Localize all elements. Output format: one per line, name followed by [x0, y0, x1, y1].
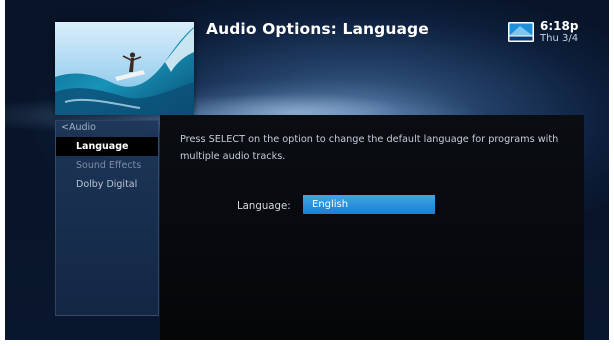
- sidebar-item-sound-effects[interactable]: Sound Effects: [56, 156, 158, 175]
- sidebar-item-language[interactable]: Language: [56, 137, 158, 156]
- sidebar-item-dolby-digital[interactable]: Dolby Digital: [56, 175, 158, 194]
- clock-time: 6:18p: [540, 19, 579, 33]
- instruction-text: Press SELECT on the option to change the…: [180, 134, 559, 162]
- tv-screen: Audio Options: Language 6:18p Thu 3/4 <A…: [5, 0, 609, 340]
- back-to-audio-link[interactable]: <Audio: [61, 122, 96, 133]
- sidebar-menu: <Audio Language Sound Effects Dolby Digi…: [55, 120, 159, 316]
- preview-thumbnail: [55, 22, 194, 115]
- surfer-preview-image: [55, 22, 194, 115]
- page-title: Audio Options: Language: [206, 20, 429, 38]
- clock-date: Thu 3/4: [540, 33, 579, 44]
- language-label: Language:: [237, 201, 291, 212]
- directv-logo-icon: [508, 22, 534, 42]
- language-selector[interactable]: English: [303, 195, 435, 214]
- content-panel: Press SELECT on the option to change the…: [160, 115, 584, 340]
